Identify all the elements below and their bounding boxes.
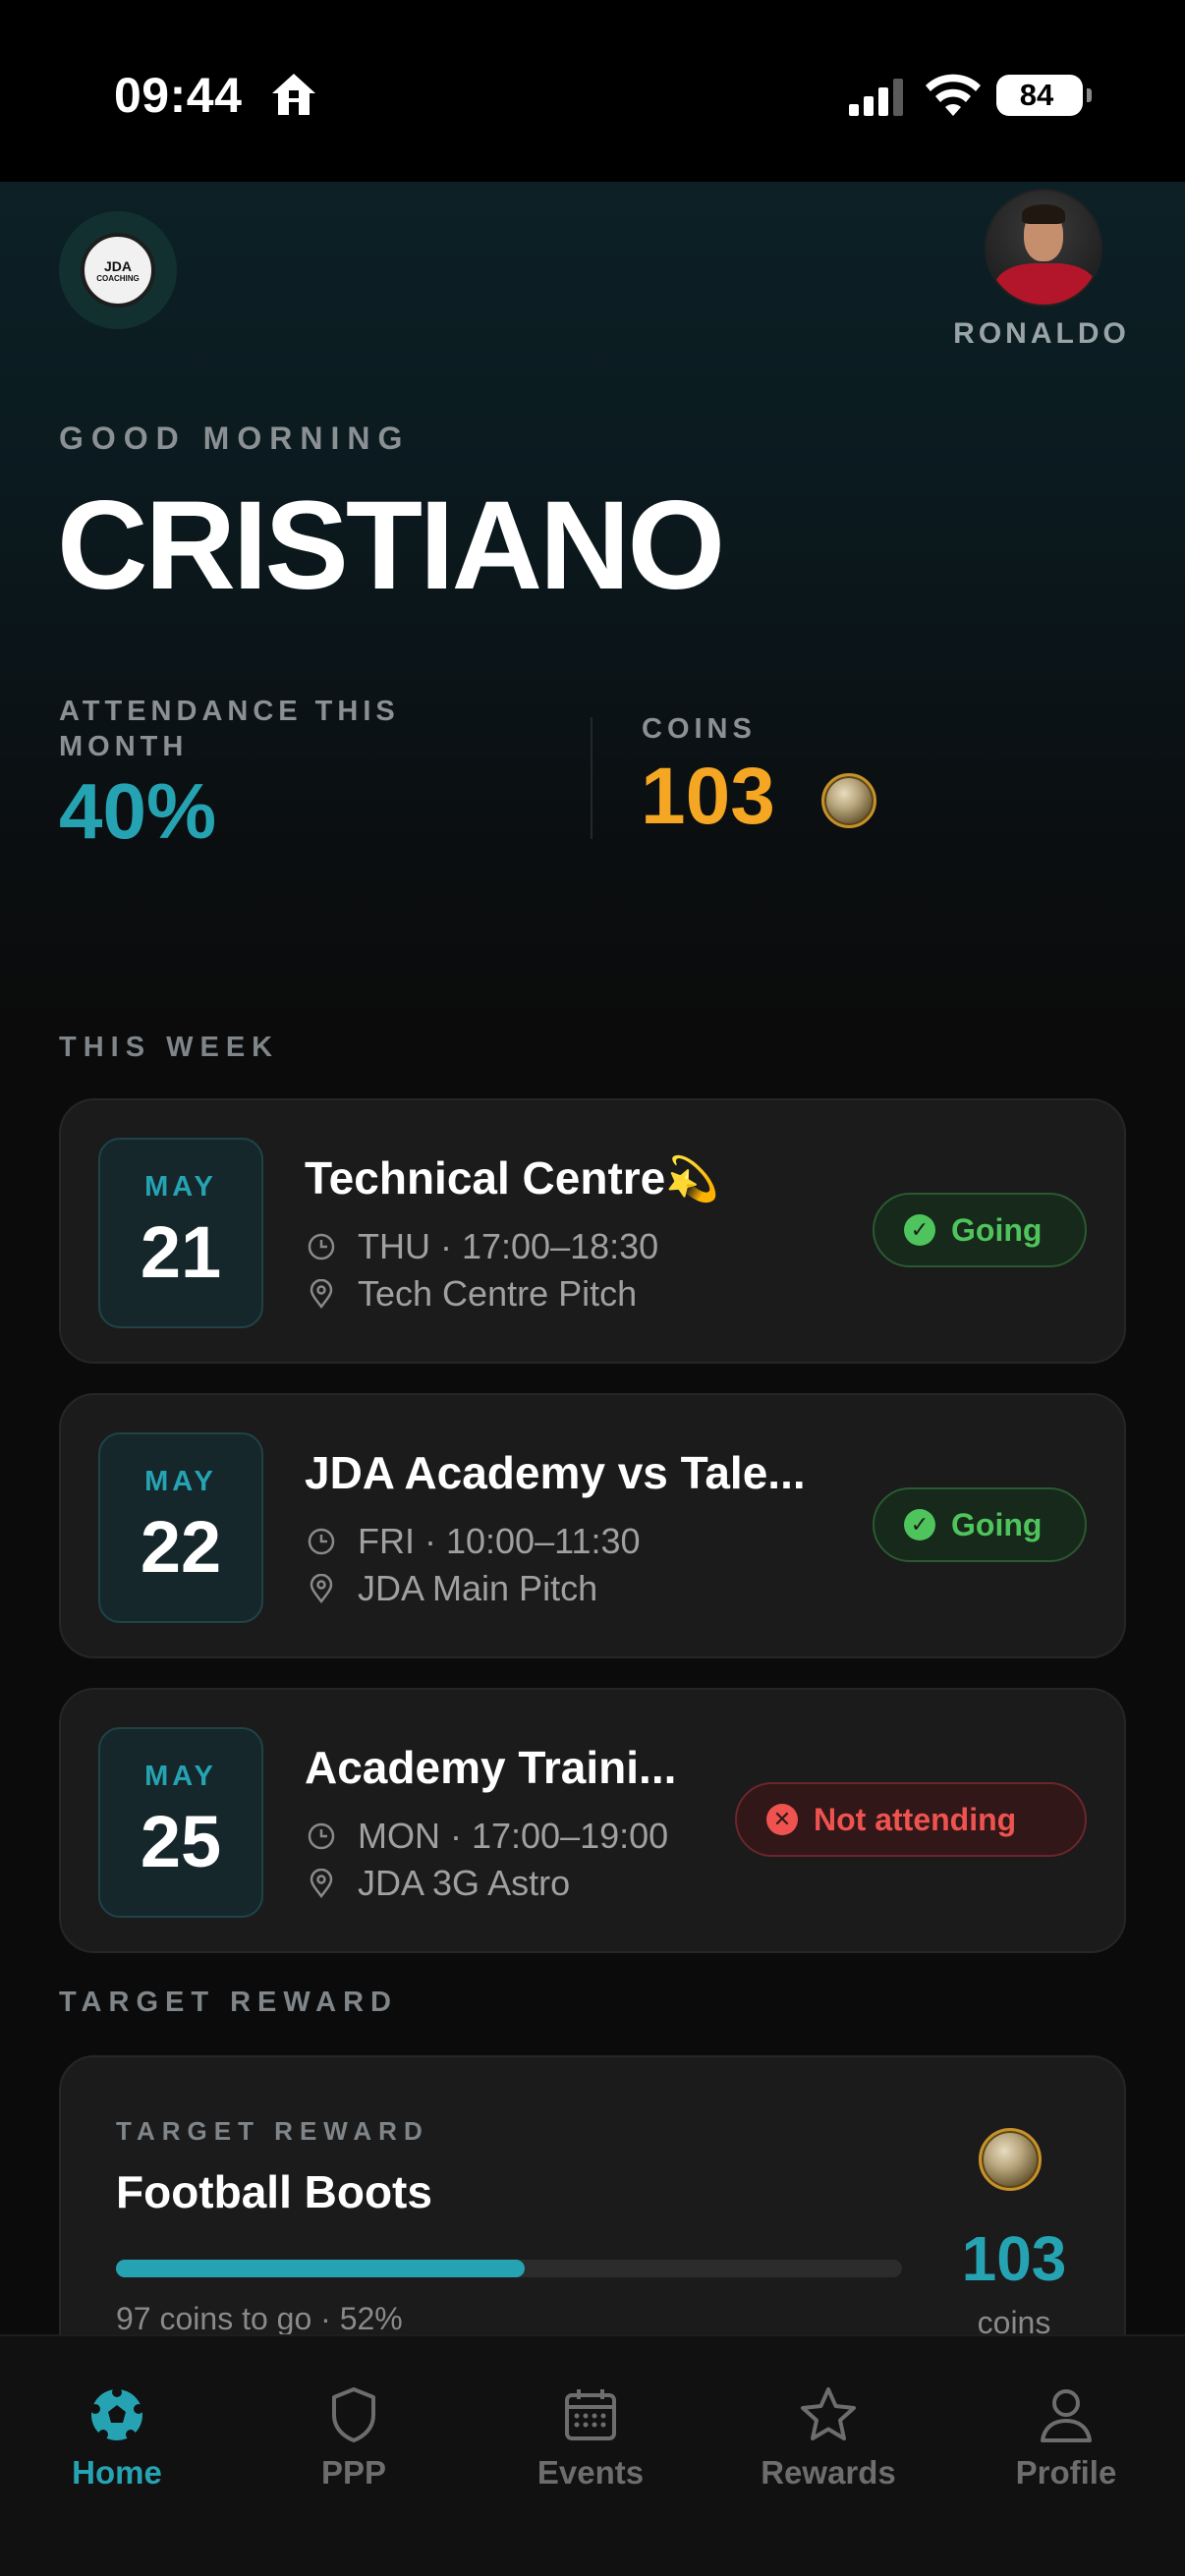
event-date: MAY 21 xyxy=(98,1138,263,1328)
event-location: JDA Main Pitch xyxy=(358,1568,598,1608)
status-badge-going[interactable]: ✓ Going xyxy=(873,1487,1087,1562)
logo-badge: JDA COACHING xyxy=(81,233,155,308)
wifi-icon xyxy=(926,74,981,116)
event-time: MON · 17:00–19:00 xyxy=(358,1816,669,1856)
reward-title: Football Boots xyxy=(116,2166,432,2217)
stats-divider xyxy=(591,717,592,839)
avatar-name: RONALDO xyxy=(953,317,1130,350)
event-time-row: MON · 17:00–19:00 xyxy=(307,1816,668,1857)
coins-label: COINS xyxy=(642,713,757,745)
attendance-value: 40% xyxy=(59,767,217,855)
event-card[interactable]: MAY 25 Academy Traini... MON · 17:00–19:… xyxy=(59,1688,1126,1953)
location-pin-icon xyxy=(310,1574,333,1603)
clock-icon xyxy=(308,1528,335,1555)
star-icon xyxy=(801,2387,856,2440)
status-badge-going[interactable]: ✓ Going xyxy=(873,1193,1087,1267)
x-circle-icon: ✕ xyxy=(766,1804,798,1835)
event-month: MAY xyxy=(144,1761,217,1792)
check-icon: ✓ xyxy=(904,1509,935,1540)
this-week-title: THIS WEEK xyxy=(59,1032,280,1063)
event-location-row: JDA 3G Astro xyxy=(307,1863,570,1904)
tab-ppp[interactable]: PPP xyxy=(255,2383,452,2492)
greeting-text: GOOD MORNING xyxy=(59,420,411,456)
event-title: Technical Centre💫 xyxy=(305,1152,720,1204)
event-location-row: JDA Main Pitch xyxy=(307,1568,597,1609)
reward-progress-bar xyxy=(116,2260,902,2277)
user-name: CRISTIANO xyxy=(57,476,725,616)
tab-label: Events xyxy=(536,2454,645,2491)
tab-label: Rewards xyxy=(761,2454,896,2491)
shield-icon xyxy=(332,2387,375,2442)
person-icon xyxy=(1041,2389,1092,2442)
coin-icon xyxy=(821,773,876,828)
event-time: THU · 17:00–18:30 xyxy=(358,1226,659,1266)
clock-icon xyxy=(308,1822,335,1850)
event-month: MAY xyxy=(144,1466,217,1497)
reward-progress-fill xyxy=(116,2260,525,2277)
coins-value: 103 xyxy=(641,752,775,841)
event-title: JDA Academy vs Tale... xyxy=(305,1447,806,1498)
event-card[interactable]: MAY 21 Technical Centre💫 THU · 17:00–18:… xyxy=(59,1098,1126,1364)
event-title: Academy Traini... xyxy=(305,1742,677,1793)
logo-text-bottom: COACHING xyxy=(96,273,140,283)
avatar[interactable] xyxy=(985,189,1102,307)
sparkle-emoji: 💫 xyxy=(665,1155,720,1204)
event-day: 25 xyxy=(140,1801,222,1882)
tab-label: PPP xyxy=(320,2454,387,2491)
reward-progress-text: 97 coins to go · 52% xyxy=(116,2301,403,2336)
status-bar: 09:44 84 xyxy=(0,0,1185,182)
tab-rewards[interactable]: Rewards xyxy=(730,2383,927,2492)
home-icon xyxy=(272,74,315,115)
target-reward-section-title: TARGET REWARD xyxy=(59,1987,399,2018)
coin-icon xyxy=(979,2128,1042,2191)
soccer-ball-icon xyxy=(90,2387,143,2440)
location-pin-icon xyxy=(310,1869,333,1898)
tab-home[interactable]: Home xyxy=(19,2383,215,2492)
event-date: MAY 25 xyxy=(98,1727,263,1918)
tab-events[interactable]: Events xyxy=(492,2383,689,2492)
event-time: FRI · 10:00–11:30 xyxy=(358,1521,641,1561)
event-location: JDA 3G Astro xyxy=(358,1863,571,1903)
tab-profile[interactable]: Profile xyxy=(968,2383,1164,2492)
location-pin-icon xyxy=(310,1279,333,1309)
attendance-label: ATTENDANCE THIS MONTH xyxy=(59,696,400,762)
status-time: 09:44 xyxy=(114,68,243,123)
calendar-icon xyxy=(565,2389,616,2440)
event-time-row: FRI · 10:00–11:30 xyxy=(307,1521,641,1562)
event-time-row: THU · 17:00–18:30 xyxy=(307,1226,658,1267)
battery-indicator: 84 xyxy=(996,75,1092,116)
event-month: MAY xyxy=(144,1171,217,1203)
tab-label: Profile xyxy=(1015,2454,1117,2491)
reward-label: TARGET REWARD xyxy=(116,2116,429,2146)
clock-icon xyxy=(308,1233,335,1260)
logo-text-top: JDA xyxy=(103,257,132,274)
event-day: 22 xyxy=(140,1506,222,1588)
check-icon: ✓ xyxy=(904,1214,935,1246)
status-badge-not-attending[interactable]: ✕ Not attending xyxy=(735,1782,1087,1857)
event-location: Tech Centre Pitch xyxy=(358,1273,638,1314)
reward-coins-value: 103 xyxy=(961,2223,1067,2294)
tab-label: Home xyxy=(72,2454,162,2491)
signal-icon xyxy=(849,79,903,116)
club-logo[interactable]: JDA COACHING xyxy=(59,211,177,329)
event-day: 21 xyxy=(140,1211,222,1293)
event-location-row: Tech Centre Pitch xyxy=(307,1273,637,1315)
event-card[interactable]: MAY 22 JDA Academy vs Tale... FRI · 10:0… xyxy=(59,1393,1126,1658)
event-date: MAY 22 xyxy=(98,1432,263,1623)
bottom-tab-bar: Home PPP Events Rewards Profile xyxy=(0,2334,1185,2576)
